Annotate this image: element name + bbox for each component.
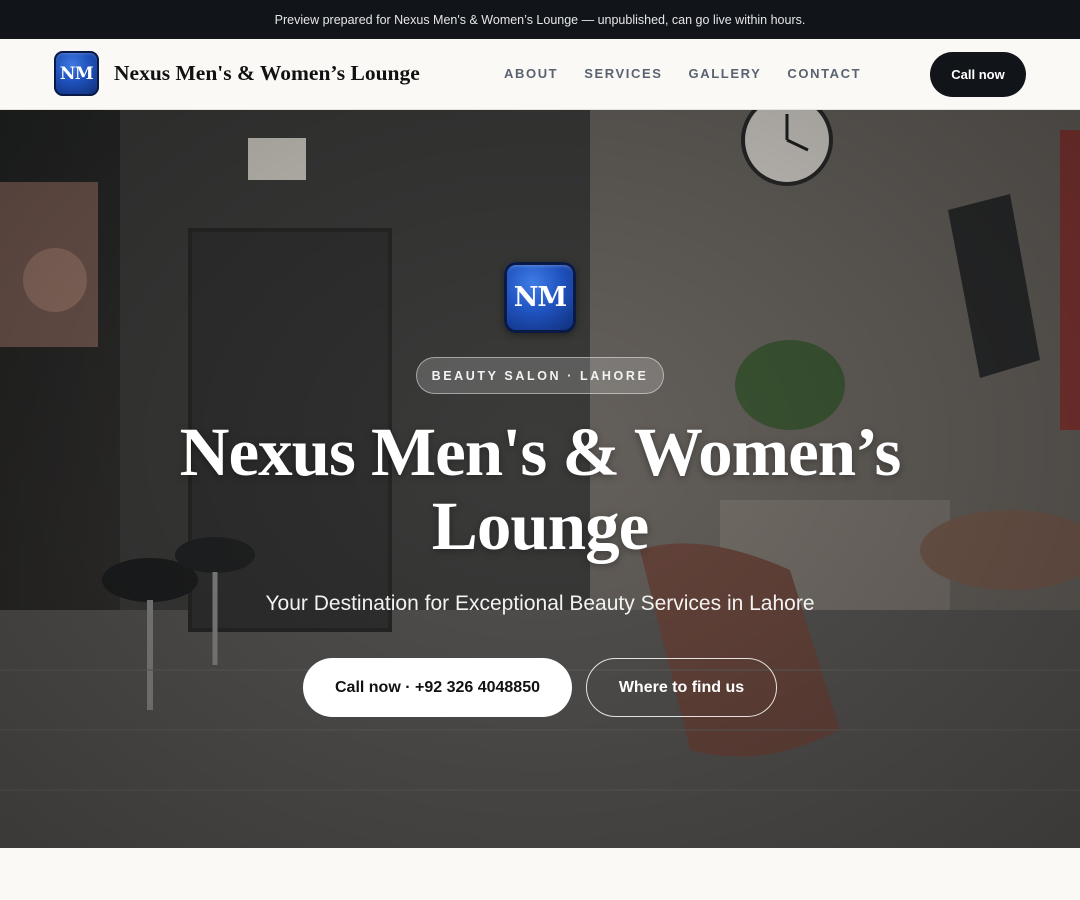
hero-logo-text: NM [513,282,568,313]
brand-name: Nexus Men's & Women’s Lounge [114,61,420,85]
hero-subtitle: Your Destination for Exceptional Beauty … [265,592,815,615]
preview-banner-text: Preview prepared for Nexus Men's & Women… [274,12,806,27]
hero-section: NM BEAUTY SALON · LAHORE Nexus Men's & W… [0,110,1080,848]
hero-title: Nexus Men's & Women’s Lounge [179,414,902,564]
site-header: NM Nexus Men's & Women’s Lounge ABOUT SE… [0,39,1080,110]
nav-about[interactable]: ABOUT [504,66,558,81]
main-nav: ABOUT SERVICES GALLERY CONTACT [504,66,887,81]
call-now-button[interactable]: Call now [930,52,1026,97]
hero-logo-icon: NM [504,262,576,333]
preview-banner: Preview prepared for Nexus Men's & Women… [0,0,1080,39]
next-section [0,848,1080,900]
logo-text: NM [59,63,94,84]
brand[interactable]: NM Nexus Men's & Women’s Lounge [54,51,420,96]
call-phone-button[interactable]: Call now · +92 326 4048850 [303,658,572,717]
nav-services[interactable]: SERVICES [584,66,662,81]
find-us-button[interactable]: Where to find us [586,658,777,717]
nav-contact[interactable]: CONTACT [787,66,861,81]
category-badge: BEAUTY SALON · LAHORE [416,357,664,394]
logo-icon: NM [54,51,99,96]
nav-gallery[interactable]: GALLERY [689,66,762,81]
